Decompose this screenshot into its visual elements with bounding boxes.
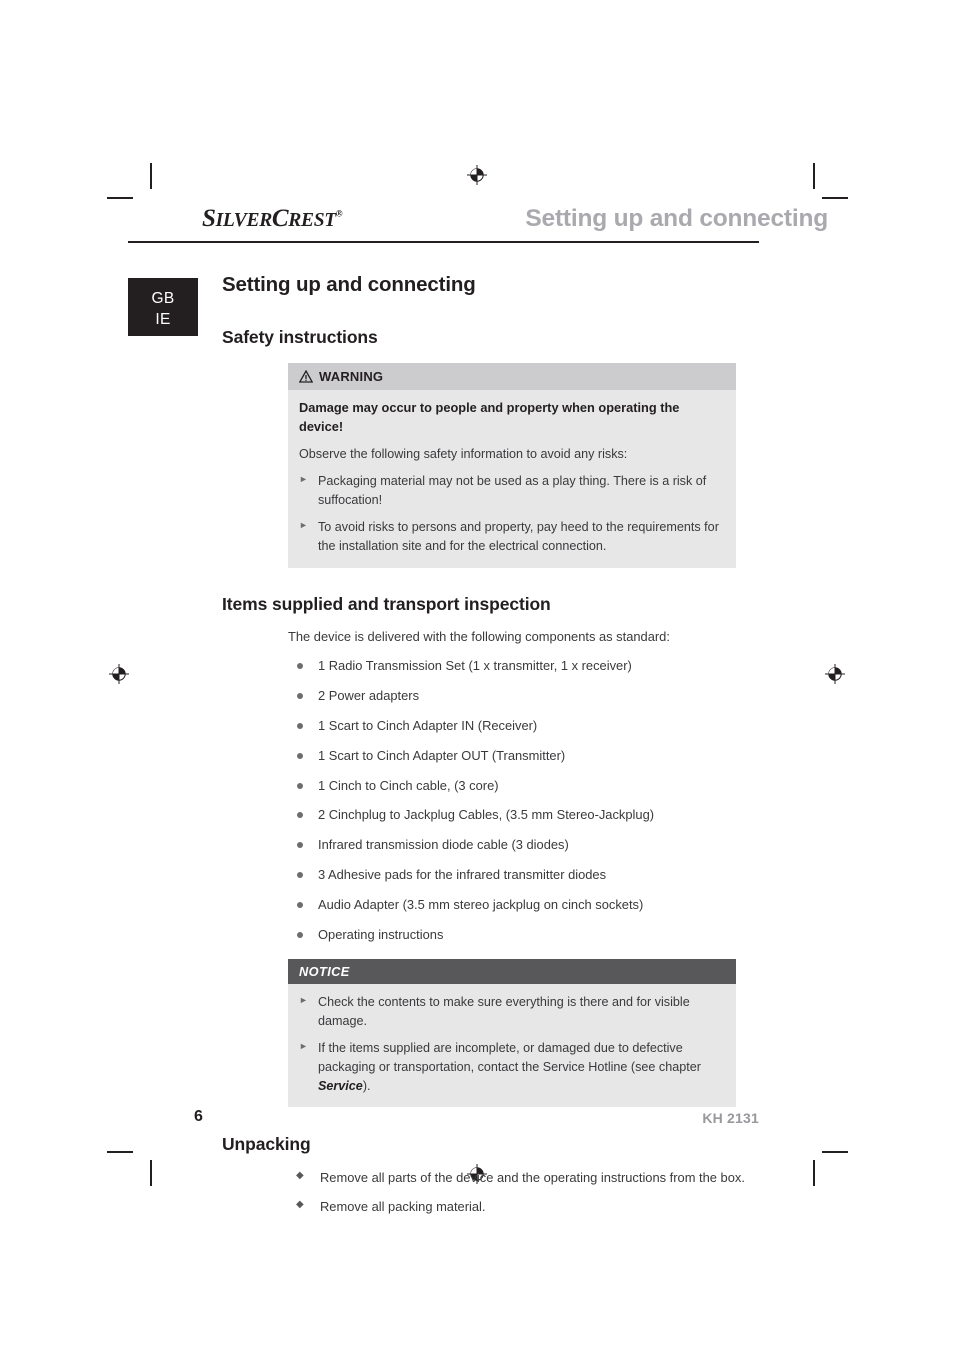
language-tab-ie: IE: [155, 311, 171, 329]
warning-label: WARNING: [319, 369, 384, 384]
notice-service-emphasis: Service: [318, 1078, 363, 1093]
model-number: KH 2131: [702, 1110, 759, 1126]
warning-callout: WARNING Damage may occur to people and p…: [288, 363, 736, 568]
notice-bullet-list: Check the contents to make sure everythi…: [299, 992, 723, 1096]
notice-callout-body: Check the contents to make sure everythi…: [288, 984, 736, 1107]
page-footer: 6 KH 2131: [128, 1108, 759, 1130]
heading-safety-instructions: Safety instructions: [222, 327, 378, 347]
list-item: 1 Scart to Cinch Adapter OUT (Transmitte…: [296, 746, 828, 765]
warning-observe-text: Observe the following safety information…: [299, 447, 628, 462]
manual-page: SILVERCREST® Setting up and connecting G…: [128, 205, 828, 1214]
notice-bullet2-part2: ).: [362, 1078, 371, 1093]
logo-letter-s: S: [202, 205, 216, 232]
crop-mark-bottom-left-vertical: [150, 1160, 152, 1186]
language-tab: GB IE: [128, 278, 198, 336]
warning-callout-body: Damage may occur to people and property …: [288, 390, 736, 568]
registration-mark-left: [109, 664, 129, 684]
list-item: Operating instructions: [296, 925, 828, 944]
warning-callout-header: WARNING: [288, 363, 736, 390]
registration-mark-top: [467, 165, 487, 185]
warning-lead-text: Damage may occur to people and property …: [299, 400, 680, 434]
list-item: Check the contents to make sure everythi…: [299, 992, 723, 1031]
list-item: 1 Cinch to Cinch cable, (3 core): [296, 776, 828, 795]
content-column: Setting up and connecting Safety instruc…: [222, 273, 828, 1227]
running-head: SILVERCREST® Setting up and connecting: [128, 205, 828, 249]
items-supplied-list: 1 Radio Transmission Set (1 x transmitte…: [296, 656, 828, 944]
logo-text-ilver: ILVER: [215, 210, 273, 231]
notice-bullet2-part1: If the items supplied are incomplete, or…: [318, 1040, 701, 1074]
list-item: If the items supplied are incomplete, or…: [299, 1038, 723, 1096]
list-item: Remove all packing material.: [296, 1197, 828, 1216]
list-item: 1 Scart to Cinch Adapter IN (Receiver): [296, 716, 828, 735]
list-item: Packaging material may not be used as a …: [299, 471, 723, 510]
header-divider: [128, 241, 759, 243]
crop-mark-top-left-vertical: [150, 163, 152, 189]
list-item: 1 Radio Transmission Set (1 x transmitte…: [296, 656, 828, 675]
silvercrest-logo: SILVERCREST®: [202, 205, 343, 233]
list-item: 3 Adhesive pads for the infrared transmi…: [296, 865, 828, 884]
registered-trademark-icon: ®: [335, 208, 343, 219]
page-number: 6: [194, 1108, 203, 1125]
crop-mark-top-right-horizontal: [822, 197, 848, 199]
unpacking-list: Remove all parts of the device and the o…: [296, 1168, 828, 1217]
crop-mark-top-right-vertical: [813, 163, 815, 189]
page-title: Setting up and connecting: [222, 273, 476, 296]
heading-unpacking: Unpacking: [222, 1133, 311, 1154]
logo-text-rest: REST: [288, 210, 336, 231]
notice-callout: NOTICE Check the contents to make sure e…: [288, 959, 736, 1107]
warning-bullet-list: Packaging material may not be used as a …: [299, 471, 723, 556]
heading-items-supplied: Items supplied and transport inspection: [222, 593, 551, 614]
logo-letter-c: C: [271, 205, 289, 232]
crop-mark-bottom-left-horizontal: [107, 1151, 133, 1153]
notice-label: NOTICE: [299, 964, 350, 980]
list-item: Remove all parts of the device and the o…: [296, 1168, 828, 1187]
crop-mark-top-left-horizontal: [107, 197, 133, 199]
running-head-title: Setting up and connecting: [525, 205, 828, 232]
list-item: Audio Adapter (3.5 mm stereo jackplug on…: [296, 895, 828, 914]
language-tab-gb: GB: [151, 290, 175, 307]
warning-triangle-icon: [298, 369, 314, 383]
list-item: 2 Cinchplug to Jackplug Cables, (3.5 mm …: [296, 805, 828, 824]
list-item: Infrared transmission diode cable (3 dio…: [296, 835, 828, 854]
list-item: To avoid risks to persons and property, …: [299, 517, 723, 556]
notice-callout-header: NOTICE: [288, 959, 736, 985]
items-supplied-intro: The device is delivered with the followi…: [288, 628, 670, 644]
list-item: 2 Power adapters: [296, 686, 828, 705]
